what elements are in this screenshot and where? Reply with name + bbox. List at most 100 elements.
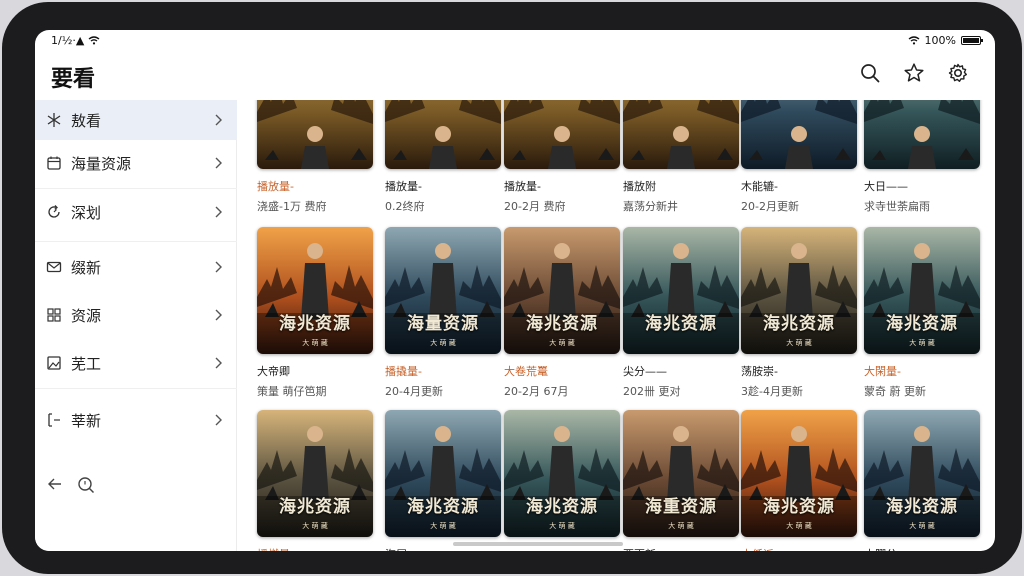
poster-art: [623, 410, 739, 537]
poster-title: 海兆资源: [886, 314, 958, 334]
poster-card[interactable]: HBAS大 萌 藏播放量- 0.2终府: [385, 100, 501, 214]
poster-subtitle: 大 萌 藏: [430, 339, 456, 347]
poster-image[interactable]: 海兆资源大 萌 藏: [385, 410, 501, 537]
poster-card[interactable]: 海兆资源大 萌 藏大閑量- 蒙奇 蔚 更新: [864, 227, 980, 399]
page-title: 要看: [51, 67, 96, 92]
poster-art: [504, 100, 620, 169]
status-bar: 1/½·▲ 100%: [35, 30, 995, 52]
wifi-icon: [88, 36, 100, 45]
app-header: 要看: [35, 52, 995, 100]
mail-icon: [46, 261, 62, 273]
poster-image[interactable]: 海重资源大 萌 藏: [623, 410, 739, 537]
card-title: 荡胺崇-: [741, 365, 778, 378]
poster-art: [385, 100, 501, 169]
card-title: 尖分——: [623, 365, 667, 378]
card-subtitle: 202卌 更对: [623, 385, 681, 398]
poster-subtitle: 大 萌 藏: [302, 339, 328, 347]
home-indicator[interactable]: [453, 542, 623, 546]
star-icon[interactable]: [903, 62, 925, 84]
gear-icon[interactable]: [947, 62, 969, 84]
poster-image[interactable]: 大 萌 藏: [504, 100, 620, 169]
poster-image[interactable]: 海兆资源大 萌 藏: [741, 227, 857, 354]
poster-card[interactable]: 海兆资源大 萌 藏大帝卿 策量 萌仔笆期: [257, 227, 373, 399]
poster-card[interactable]: 海兆资源大 萌 藏木低派: [741, 410, 857, 551]
poster-image[interactable]: [864, 100, 980, 169]
chevron-right-icon: [215, 114, 222, 126]
poster-image[interactable]: 海兆资源大 萌 藏: [257, 227, 373, 354]
sidebar-item-label: 莘新: [71, 411, 102, 430]
search-icon[interactable]: [859, 62, 881, 84]
sidebar-item-plan[interactable]: 深划: [35, 192, 237, 232]
card-subtitle: 嘉荡分新井: [623, 200, 678, 213]
poster-card[interactable]: 海兆资源大 萌 藏荡胺崇- 3趁-4月更新: [741, 227, 857, 399]
poster-card[interactable]: 播放附 嘉荡分新井: [623, 100, 739, 214]
poster-art: [623, 227, 739, 354]
sidebar-divider: [35, 388, 237, 389]
poster-subtitle: 大 萌 藏: [909, 339, 935, 347]
sidebar-item-label: 海量资源: [71, 154, 132, 173]
poster-subtitle: 大 萌 藏: [909, 522, 935, 530]
sidebar-item-new[interactable]: 莘新: [35, 400, 237, 440]
poster-card[interactable]: 海兆资源大 萌 藏大腭分-: [864, 410, 980, 551]
card-title: 要更新: [623, 546, 739, 551]
card-title: 播撬量-: [385, 365, 422, 378]
poster-card[interactable]: 海兆资源大 萌 藏大卷荒鼍 20-2月 67月: [504, 227, 620, 399]
card-subtitle: 蒙奇 蔚 更新: [864, 385, 926, 398]
poster-subtitle: 大 萌 藏: [549, 522, 575, 530]
card-title: 大日——: [864, 180, 908, 193]
poster-image[interactable]: 海兆资源大 萌 藏: [864, 410, 980, 537]
sidebar-item-works[interactable]: 芜工: [35, 343, 237, 383]
card-title: 木低派: [741, 546, 857, 551]
poster-image[interactable]: 海兆资源大 萌 藏: [504, 227, 620, 354]
poster-art: [504, 410, 620, 537]
wifi-icon: [908, 36, 919, 45]
poster-card[interactable]: 海兆资源大 萌 藏播燃量: [257, 410, 373, 551]
card-subtitle: 3趁-4月更新: [741, 385, 803, 398]
grid-icon: [47, 308, 61, 322]
poster-art: [385, 410, 501, 537]
poster-card[interactable]: 大 萌 藏播放量- 20-2月 费府: [504, 100, 620, 214]
poster-image[interactable]: HBAS大 萌 藏: [741, 100, 857, 169]
back-arrow-icon[interactable]: [47, 476, 63, 492]
card-title: 播燃量: [257, 546, 373, 551]
poster-art: [741, 100, 857, 169]
sidebar-item-assets[interactable]: 资源: [35, 295, 237, 335]
poster-image[interactable]: HBAS大 萌 藏: [385, 100, 501, 169]
poster-image[interactable]: 海兆资源: [623, 227, 739, 354]
chevron-right-icon: [215, 157, 222, 169]
poster-art: [741, 410, 857, 537]
poster-image[interactable]: HBAS大 萌 藏: [257, 100, 373, 169]
card-subtitle: 0.2终府: [385, 200, 425, 213]
poster-card[interactable]: 海兆资源大 萌 藏: [504, 410, 620, 546]
poster-card[interactable]: 海重资源大 萌 藏要更新: [623, 410, 739, 551]
poster-card[interactable]: HBAS大 萌 藏木能辘- 20-2月更新: [741, 100, 857, 214]
card-title: 播放量-: [257, 180, 294, 193]
poster-art: [741, 227, 857, 354]
poster-card[interactable]: 海量资源大 萌 藏播撬量- 20-4月更新: [385, 227, 501, 399]
card-subtitle: 策量 萌仔笆期: [257, 385, 327, 398]
poster-card[interactable]: 大日—— 求寺世荼扁雨: [864, 100, 980, 214]
poster-card[interactable]: HBAS大 萌 藏播放量- 浇盛-1万 费府: [257, 100, 373, 214]
poster-subtitle: 大 萌 藏: [786, 522, 812, 530]
poster-art: [257, 227, 373, 354]
poster-image[interactable]: 海兆资源大 萌 藏: [504, 410, 620, 537]
poster-image[interactable]: 海量资源大 萌 藏: [385, 227, 501, 354]
poster-title: 海兆资源: [526, 497, 598, 517]
card-title: 木能辘-: [741, 180, 778, 193]
sidebar-item-updates[interactable]: 缀新: [35, 247, 237, 287]
sidebar-item-label: 敖看: [71, 111, 102, 130]
battery-percent: 100%: [924, 34, 956, 47]
poster-image[interactable]: 海兆资源大 萌 藏: [741, 410, 857, 537]
poster-card[interactable]: 海兆资源尖分—— 202卌 更对: [623, 227, 739, 399]
card-title: 大閑量-: [864, 365, 901, 378]
sidebar-item-watch[interactable]: 敖看: [35, 100, 237, 140]
poster-image[interactable]: 海兆资源大 萌 藏: [864, 227, 980, 354]
sidebar-item-label: 芜工: [71, 354, 102, 373]
sidebar-item-label: 深划: [71, 203, 102, 222]
poster-image[interactable]: 海兆资源大 萌 藏: [257, 410, 373, 537]
poster-image[interactable]: [623, 100, 739, 169]
search-icon[interactable]: [77, 476, 95, 494]
sidebar-item-resources[interactable]: 海量资源: [35, 143, 237, 183]
chevron-right-icon: [215, 414, 222, 426]
poster-card[interactable]: 海兆资源大 萌 藏海犀--: [385, 410, 501, 551]
